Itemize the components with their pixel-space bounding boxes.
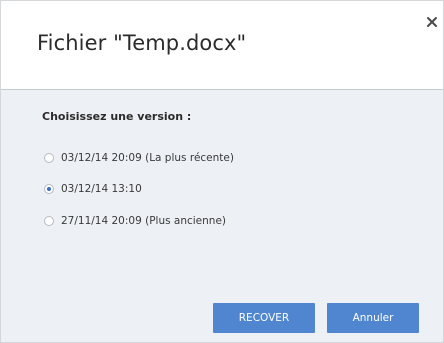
version-radio-3[interactable] — [44, 216, 54, 226]
dialog-body: Choisissez une version : 03/12/14 20:09 … — [1, 90, 443, 342]
cancel-button[interactable]: Annuler — [327, 303, 419, 333]
version-dialog: Fichier "Temp.docx" Choisissez une versi… — [0, 0, 444, 343]
recover-button[interactable]: RECOVER — [213, 303, 315, 333]
version-option-3[interactable]: 27/11/14 20:09 (Plus ancienne) — [44, 213, 226, 229]
version-option-2[interactable]: 03/12/14 13:10 — [44, 181, 142, 197]
version-label-2: 03/12/14 13:10 — [61, 183, 142, 195]
version-radio-2[interactable] — [44, 184, 54, 194]
dialog-header: Fichier "Temp.docx" — [1, 1, 443, 90]
version-label-1: 03/12/14 20:09 (La plus récente) — [61, 152, 234, 164]
dialog-title: Fichier "Temp.docx" — [37, 31, 247, 55]
version-label-3: 27/11/14 20:09 (Plus ancienne) — [61, 215, 227, 227]
close-icon[interactable] — [425, 15, 439, 29]
version-prompt: Choisissez une version : — [42, 110, 192, 123]
version-radio-1[interactable] — [44, 153, 54, 163]
version-option-1[interactable]: 03/12/14 20:09 (La plus récente) — [44, 150, 234, 166]
